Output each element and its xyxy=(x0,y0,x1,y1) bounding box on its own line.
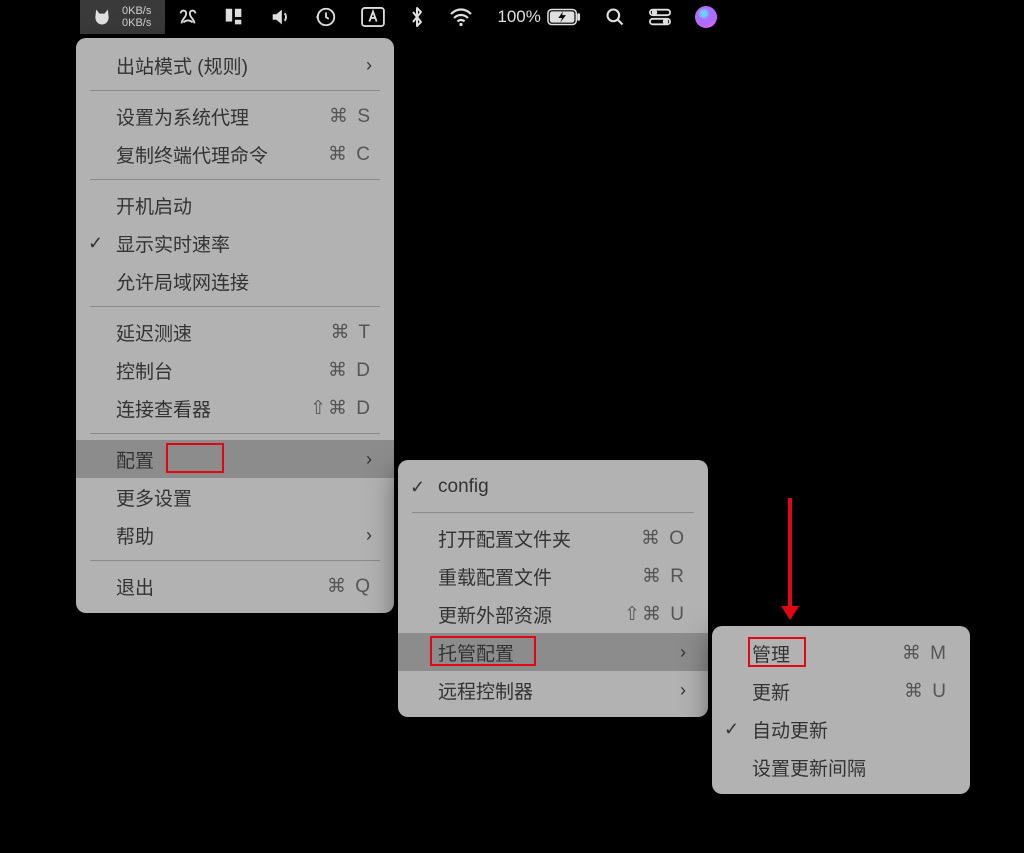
check-icon: ✓ xyxy=(88,233,103,254)
shortcut: ⌘ T xyxy=(316,321,372,344)
shortcut: ⌘ C xyxy=(316,143,372,166)
app-main-menu: 出站模式 (规则) › 设置为系统代理 ⌘ S 复制终端代理命令 ⌘ C 开机启… xyxy=(76,38,394,613)
battery-percent-label: 100% xyxy=(497,7,540,27)
menu-separator xyxy=(90,306,380,307)
spotlight-icon[interactable] xyxy=(593,0,637,34)
menu-separator xyxy=(90,560,380,561)
shortcut: ⇧⌘ U xyxy=(624,603,686,626)
menu-more-settings[interactable]: 更多设置 xyxy=(76,478,394,516)
submenu-update-external[interactable]: 更新外部资源 ⇧⌘ U xyxy=(398,595,708,633)
shortcut: ⌘ U xyxy=(892,680,948,703)
submenu-active-config[interactable]: ✓ config xyxy=(398,468,708,506)
menu-separator xyxy=(90,90,380,91)
chevron-right-icon: › xyxy=(366,55,372,76)
cat-icon xyxy=(92,7,112,27)
menu-separator xyxy=(412,512,694,513)
menu-allow-lan[interactable]: 允许局域网连接 xyxy=(76,262,394,300)
menu-show-speed[interactable]: ✓ 显示实时速率 xyxy=(76,224,394,262)
submenu3-set-interval[interactable]: 设置更新间隔 xyxy=(712,748,970,786)
menu-connection-viewer[interactable]: 连接查看器 ⇧⌘ D xyxy=(76,389,394,427)
chevron-right-icon: › xyxy=(366,449,372,470)
submenu-managed-config[interactable]: 托管配置 › xyxy=(398,633,708,671)
menu-outbound-mode[interactable]: 出站模式 (规则) › xyxy=(76,46,394,84)
shortcut: ⌘ R xyxy=(630,565,686,588)
menu-quit[interactable]: 退出 ⌘ Q xyxy=(76,567,394,605)
control-center-icon[interactable] xyxy=(637,0,683,34)
shortcut: ⌘ O xyxy=(630,527,686,550)
submenu3-manage[interactable]: 管理 ⌘ M xyxy=(712,634,970,672)
shortcut: ⌘ D xyxy=(316,359,372,382)
submenu-remote-controller[interactable]: 远程控制器 › xyxy=(398,671,708,709)
menu-separator xyxy=(90,179,380,180)
menu-latency-test[interactable]: 延迟测速 ⌘ T xyxy=(76,313,394,351)
menu-autostart[interactable]: 开机启动 xyxy=(76,186,394,224)
managed-config-submenu: 管理 ⌘ M 更新 ⌘ U ✓ 自动更新 设置更新间隔 xyxy=(712,626,970,794)
battery-charging-icon xyxy=(547,8,581,26)
app-tray-item[interactable]: 0KB/s 0KB/s xyxy=(80,0,165,34)
chevron-right-icon: › xyxy=(680,680,686,701)
macos-menubar: 0KB/s 0KB/s xyxy=(0,0,1024,34)
menu-console[interactable]: 控制台 ⌘ D xyxy=(76,351,394,389)
pretzel-icon[interactable] xyxy=(165,0,211,34)
submenu3-auto-update[interactable]: ✓ 自动更新 xyxy=(712,710,970,748)
menu-separator xyxy=(90,433,380,434)
submenu3-update[interactable]: 更新 ⌘ U xyxy=(712,672,970,710)
speed-readout: 0KB/s 0KB/s xyxy=(122,5,151,29)
shortcut: ⇧⌘ D xyxy=(310,397,372,420)
window-tiles-icon[interactable] xyxy=(211,0,257,34)
volume-icon[interactable] xyxy=(257,0,303,34)
shortcut: ⌘ S xyxy=(316,105,372,128)
arrow-annotation xyxy=(788,498,792,606)
config-submenu: ✓ config 打开配置文件夹 ⌘ O 重载配置文件 ⌘ R 更新外部资源 ⇧… xyxy=(398,460,708,717)
chevron-right-icon: › xyxy=(680,642,686,663)
menu-config[interactable]: 配置 › xyxy=(76,440,394,478)
wifi-icon[interactable] xyxy=(437,0,485,34)
menu-copy-terminal-cmd[interactable]: 复制终端代理命令 ⌘ C xyxy=(76,135,394,173)
battery-status[interactable]: 100% xyxy=(485,0,592,34)
shortcut: ⌘ Q xyxy=(316,575,372,598)
shortcut: ⌘ M xyxy=(892,642,948,665)
submenu-open-folder[interactable]: 打开配置文件夹 ⌘ O xyxy=(398,519,708,557)
chevron-right-icon: › xyxy=(366,525,372,546)
submenu-reload-config[interactable]: 重载配置文件 ⌘ R xyxy=(398,557,708,595)
check-icon: ✓ xyxy=(410,477,425,498)
siri-icon[interactable] xyxy=(683,0,729,34)
input-source-icon[interactable] xyxy=(349,0,397,34)
check-icon: ✓ xyxy=(724,719,739,740)
time-machine-icon[interactable] xyxy=(303,0,349,34)
bluetooth-icon[interactable] xyxy=(397,0,437,34)
menu-set-system-proxy[interactable]: 设置为系统代理 ⌘ S xyxy=(76,97,394,135)
menu-help[interactable]: 帮助 › xyxy=(76,516,394,554)
